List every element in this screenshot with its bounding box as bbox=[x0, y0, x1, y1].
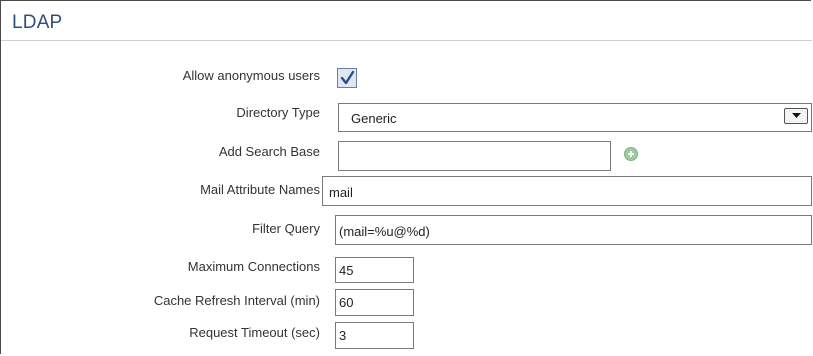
filter-query-input[interactable]: (mail=%u@%d) bbox=[335, 215, 812, 245]
allow-anonymous-checkbox[interactable] bbox=[337, 68, 357, 88]
chevron-down-icon bbox=[792, 113, 801, 118]
ldap-panel: LDAP Allow anonymous users Directory Typ… bbox=[0, 0, 812, 354]
request-timeout-label: Request Timeout (sec) bbox=[189, 325, 320, 340]
maximum-connections-label: Maximum Connections bbox=[187, 259, 320, 274]
section-title: LDAP bbox=[12, 12, 63, 33]
plus-circle-icon[interactable] bbox=[624, 147, 638, 161]
allow-anonymous-label: Allow anonymous users bbox=[182, 68, 320, 83]
directory-type-value: Generic bbox=[351, 111, 397, 126]
request-timeout-input[interactable]: 3 bbox=[335, 322, 414, 349]
search-base-input[interactable] bbox=[338, 141, 611, 171]
mail-attribute-names-label: Mail Attribute Names bbox=[200, 182, 320, 197]
add-search-base-label: Add Search Base bbox=[218, 144, 320, 159]
maximum-connections-input[interactable]: 45 bbox=[335, 257, 414, 283]
filter-query-label: Filter Query bbox=[252, 221, 320, 236]
cache-refresh-interval-label: Cache Refresh Interval (min) bbox=[153, 293, 320, 308]
cache-refresh-interval-input[interactable]: 60 bbox=[335, 289, 414, 316]
directory-type-select[interactable]: Generic bbox=[338, 103, 812, 132]
dropdown-button[interactable] bbox=[784, 108, 808, 124]
directory-type-label: Directory Type bbox=[236, 105, 320, 120]
mail-attribute-names-input[interactable]: mail bbox=[322, 176, 812, 206]
section-header: LDAP bbox=[1, 1, 812, 41]
checkmark-icon bbox=[340, 70, 355, 85]
